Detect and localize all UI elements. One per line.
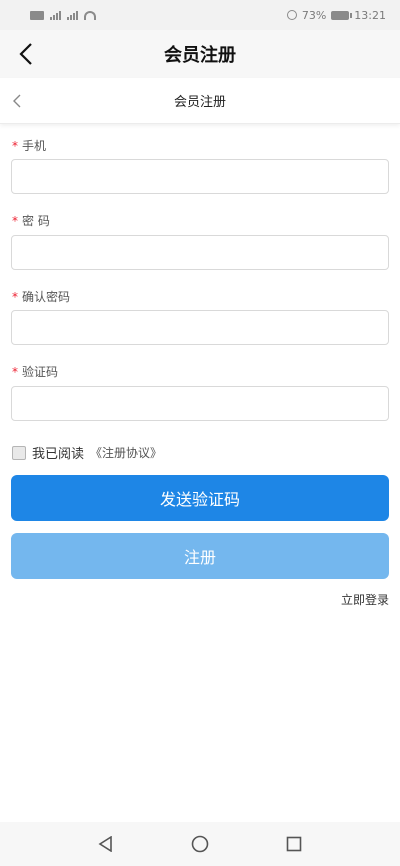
confirm-password-input[interactable] — [11, 310, 389, 345]
password-label-text: 密 码 — [22, 214, 50, 228]
back-button[interactable] — [14, 42, 38, 66]
verification-code-input[interactable] — [11, 386, 389, 421]
chevron-left-icon — [19, 43, 32, 65]
battery-percent: 73% — [301, 8, 327, 22]
square-recents-icon — [286, 836, 302, 852]
required-mark: * — [12, 365, 18, 379]
signal-icon — [50, 10, 61, 20]
status-bar: 73% 13:21 — [0, 0, 400, 30]
sim-card-icon — [30, 10, 44, 20]
page-header: 会员注册 — [0, 78, 400, 124]
confirm-password-label-text: 确认密码 — [22, 290, 71, 304]
status-time: 13:21 — [354, 8, 386, 22]
app-title: 会员注册 — [164, 45, 236, 66]
screen: 73% 13:21 会员注册 会员注册 * 手机 * 密 码 * 确认密码 * … — [0, 0, 400, 866]
nav-recents-button[interactable] — [282, 832, 306, 856]
agreement-row: 我已阅读 《注册协议》 — [12, 443, 162, 462]
alarm-icon — [286, 10, 297, 20]
page-title: 会员注册 — [173, 95, 226, 110]
nav-back-button[interactable] — [94, 832, 118, 856]
send-code-button[interactable]: 发送验证码 — [11, 475, 389, 521]
signal-icon-2 — [67, 10, 78, 20]
phone-label-text: 手机 — [22, 139, 47, 153]
wifi-icon — [84, 10, 96, 20]
password-input[interactable] — [11, 235, 389, 270]
circle-home-icon — [191, 835, 209, 853]
verification-code-label: * 验证码 — [12, 363, 58, 380]
agreement-link[interactable]: 《注册协议》 — [90, 444, 162, 461]
system-nav-bar — [0, 822, 400, 866]
verification-code-label-text: 验证码 — [22, 365, 59, 379]
nav-home-button[interactable] — [188, 832, 212, 856]
password-label: * 密 码 — [12, 212, 50, 229]
chevron-left-icon — [13, 94, 21, 108]
phone-label: * 手机 — [12, 137, 46, 154]
agree-text: 我已阅读 — [32, 447, 85, 462]
triangle-back-icon — [98, 836, 112, 852]
battery-icon — [331, 10, 353, 20]
required-mark: * — [12, 139, 18, 153]
register-button[interactable]: 注册 — [11, 533, 389, 579]
required-mark: * — [12, 290, 18, 304]
phone-input[interactable] — [11, 159, 389, 194]
login-link[interactable]: 立即登录 — [341, 591, 389, 608]
agree-checkbox[interactable] — [12, 445, 26, 460]
status-left — [30, 10, 96, 20]
page-back-button[interactable] — [8, 91, 26, 111]
confirm-password-label: * 确认密码 — [12, 288, 70, 305]
app-header: 会员注册 — [0, 30, 400, 78]
status-right: 73% 13:21 — [286, 8, 386, 22]
required-mark: * — [12, 214, 18, 228]
